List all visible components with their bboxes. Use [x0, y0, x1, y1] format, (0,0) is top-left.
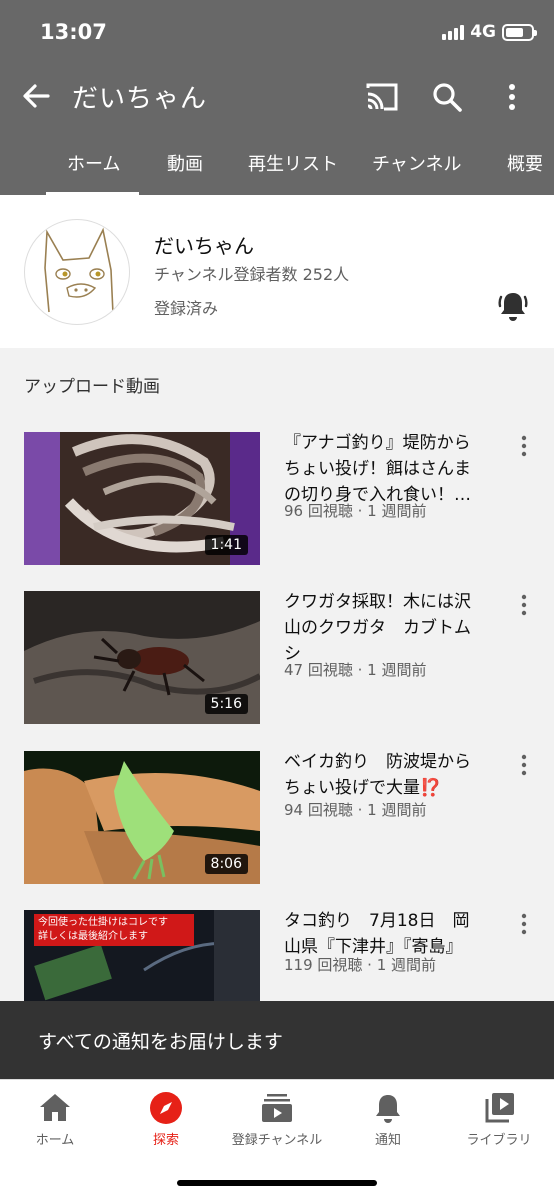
home-indicator[interactable]	[177, 1180, 377, 1186]
tab-about[interactable]: 概要	[507, 150, 543, 176]
nav-label: 探索	[152, 1133, 179, 1148]
video-item[interactable]: 1:41 『アナゴ釣り』堤防からちょい投げ！餌はさんまの切り身で入れ食い！… 9…	[0, 432, 554, 572]
video-thumbnail[interactable]: 1:41	[24, 432, 260, 565]
video-title[interactable]: ベイカ釣り 防波堤からちょい投げで大量⁉️	[284, 749, 484, 801]
thumbnail-caption-banner: 今回使った仕掛けはコレです 詳しくは最後紹介します	[34, 914, 194, 946]
notification-bell-icon[interactable]	[496, 289, 530, 323]
channel-name: だいちゃん	[154, 234, 254, 258]
status-indicators: 4G	[442, 22, 537, 42]
home-icon	[40, 1094, 70, 1121]
nav-library[interactable]: ライブラリ	[444, 1090, 554, 1148]
tab-videos[interactable]: 動画	[167, 150, 203, 176]
nav-explore[interactable]: 探索	[111, 1090, 221, 1148]
subscriptions-icon	[262, 1094, 292, 1122]
subscriber-count: チャンネル登録者数 252人	[154, 265, 350, 284]
nav-label: ホーム	[35, 1133, 75, 1148]
video-duration: 1:41	[204, 535, 248, 555]
network-type: 4G	[470, 22, 496, 42]
video-title[interactable]: タコ釣り 7月18日 岡山県『下津井』『寄島』	[284, 908, 484, 960]
section-title: アップロード動画	[24, 377, 160, 397]
nav-label: 通知	[374, 1133, 401, 1148]
back-arrow-icon[interactable]	[20, 80, 52, 112]
more-vertical-icon[interactable]	[516, 434, 532, 458]
tab-playlists[interactable]: 再生リスト	[248, 150, 338, 176]
video-meta: 96 回視聴 · 1 週間前	[284, 502, 427, 520]
video-title[interactable]: 『アナゴ釣り』堤防からちょい投げ！餌はさんまの切り身で入れ食い！…	[284, 430, 484, 508]
nav-notifications[interactable]: 通知	[333, 1090, 443, 1148]
channel-tabs: ホーム 動画 再生リスト チャンネル 概要	[0, 138, 554, 195]
search-icon[interactable]	[430, 80, 464, 114]
thumbnail-caption-line: 詳しくは最後紹介します	[38, 931, 148, 942]
video-item[interactable]: 8:06 ベイカ釣り 防波堤からちょい投げで大量⁉️ 94 回視聴 · 1 週間…	[0, 751, 554, 891]
notification-bell-icon	[376, 1095, 400, 1123]
battery-icon	[502, 23, 537, 41]
thumbnail-caption-line: 今回使った仕掛けはコレです	[38, 917, 168, 928]
app-header: 13:07 4G だいちゃん ホーム 動画 再生リスト チャンネル 概要	[0, 0, 554, 195]
nav-home[interactable]: ホーム	[0, 1090, 110, 1148]
page-title: だいちゃん	[72, 84, 208, 114]
video-item[interactable]: 5:16 クワガタ採取！木には沢山のクワガタ カブトムシ 47 回視聴 · 1 …	[0, 591, 554, 731]
nav-label: ライブラリ	[466, 1133, 532, 1148]
video-thumbnail[interactable]: 5:16	[24, 591, 260, 724]
video-meta: 119 回視聴 · 1 週間前	[284, 956, 437, 974]
notification-snackbar: すべての通知をお届けします	[0, 1001, 554, 1079]
nav-label: 登録チャンネル	[231, 1133, 323, 1148]
cast-icon[interactable]	[364, 80, 400, 114]
subscribed-status[interactable]: 登録済み	[154, 295, 218, 319]
video-duration: 5:16	[204, 694, 248, 714]
channel-header: だいちゃん チャンネル登録者数 252人 登録済み	[0, 195, 554, 348]
channel-avatar[interactable]	[24, 219, 130, 325]
video-title[interactable]: クワガタ採取！木には沢山のクワガタ カブトムシ	[284, 589, 484, 667]
tab-home[interactable]: ホーム	[67, 150, 120, 176]
more-vertical-icon[interactable]	[516, 753, 532, 777]
video-meta: 47 回視聴 · 1 週間前	[284, 661, 427, 679]
explore-compass-icon	[150, 1092, 182, 1124]
video-thumbnail[interactable]: 8:06	[24, 751, 260, 884]
signal-icon	[442, 24, 465, 40]
nav-subscriptions[interactable]: 登録チャンネル	[222, 1090, 332, 1148]
more-vertical-icon[interactable]	[516, 593, 532, 617]
status-time: 13:07	[40, 20, 107, 44]
more-vertical-icon[interactable]	[500, 80, 524, 114]
avatar-drawing-icon	[44, 227, 114, 315]
library-icon	[485, 1093, 514, 1123]
tab-channels[interactable]: チャンネル	[372, 150, 461, 176]
video-meta: 94 回視聴 · 1 週間前	[284, 801, 427, 819]
video-duration: 8:06	[204, 854, 248, 874]
more-vertical-icon[interactable]	[516, 912, 532, 936]
